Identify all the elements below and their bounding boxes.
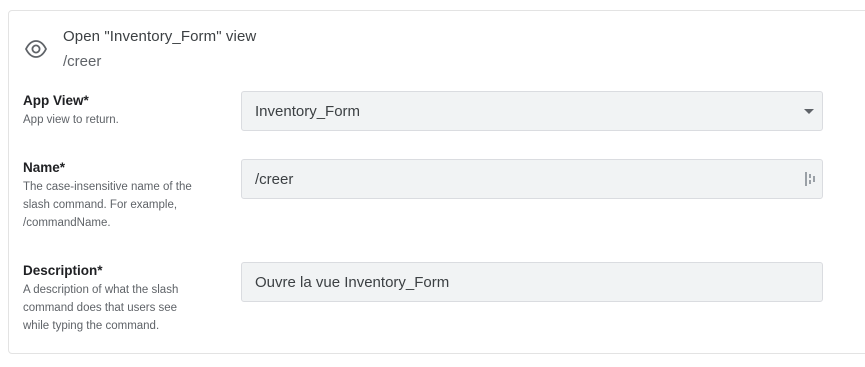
command-picker-icon[interactable] bbox=[804, 171, 818, 187]
description-label: Description* bbox=[23, 263, 103, 278]
name-help-line: /commandName. bbox=[23, 217, 111, 229]
header-title: Open "Inventory_Form" view bbox=[63, 28, 257, 45]
name-help: The case-insensitive name of the slash c… bbox=[23, 178, 223, 232]
description-help: A description of what the slash command … bbox=[23, 281, 223, 335]
description-help-line: while typing the command. bbox=[23, 320, 160, 332]
slash-command-card: Open "Inventory_Form" view /creer App Vi… bbox=[8, 10, 865, 354]
name-help-line: slash command. For example, bbox=[23, 199, 178, 211]
description-help-line: command does that users see bbox=[23, 302, 178, 314]
description-value: Ouvre la vue Inventory_Form bbox=[255, 274, 450, 291]
description-input[interactable]: Ouvre la vue Inventory_Form bbox=[241, 262, 823, 302]
description-label-group: Description* A description of what the s… bbox=[23, 263, 223, 335]
name-label: Name* bbox=[23, 160, 66, 175]
app-view-label-group: App View* App view to return. bbox=[23, 93, 223, 129]
name-value: /creer bbox=[255, 171, 294, 188]
name-input[interactable]: /creer bbox=[241, 159, 823, 199]
app-view-label: App View* bbox=[23, 93, 89, 108]
header-subtitle: /creer bbox=[63, 53, 102, 70]
name-label-group: Name* The case-insensitive name of the s… bbox=[23, 160, 223, 232]
app-view-value: Inventory_Form bbox=[255, 103, 361, 120]
name-help-line: The case-insensitive name of the bbox=[23, 181, 192, 193]
app-view-help: App view to return. bbox=[23, 114, 119, 126]
description-help-line: A description of what the slash bbox=[23, 284, 179, 296]
app-view-select[interactable]: Inventory_Form bbox=[241, 91, 823, 131]
eye-icon bbox=[24, 40, 48, 58]
card-header[interactable]: Open "Inventory_Form" view /creer bbox=[9, 11, 865, 81]
chevron-down-icon bbox=[804, 109, 814, 114]
